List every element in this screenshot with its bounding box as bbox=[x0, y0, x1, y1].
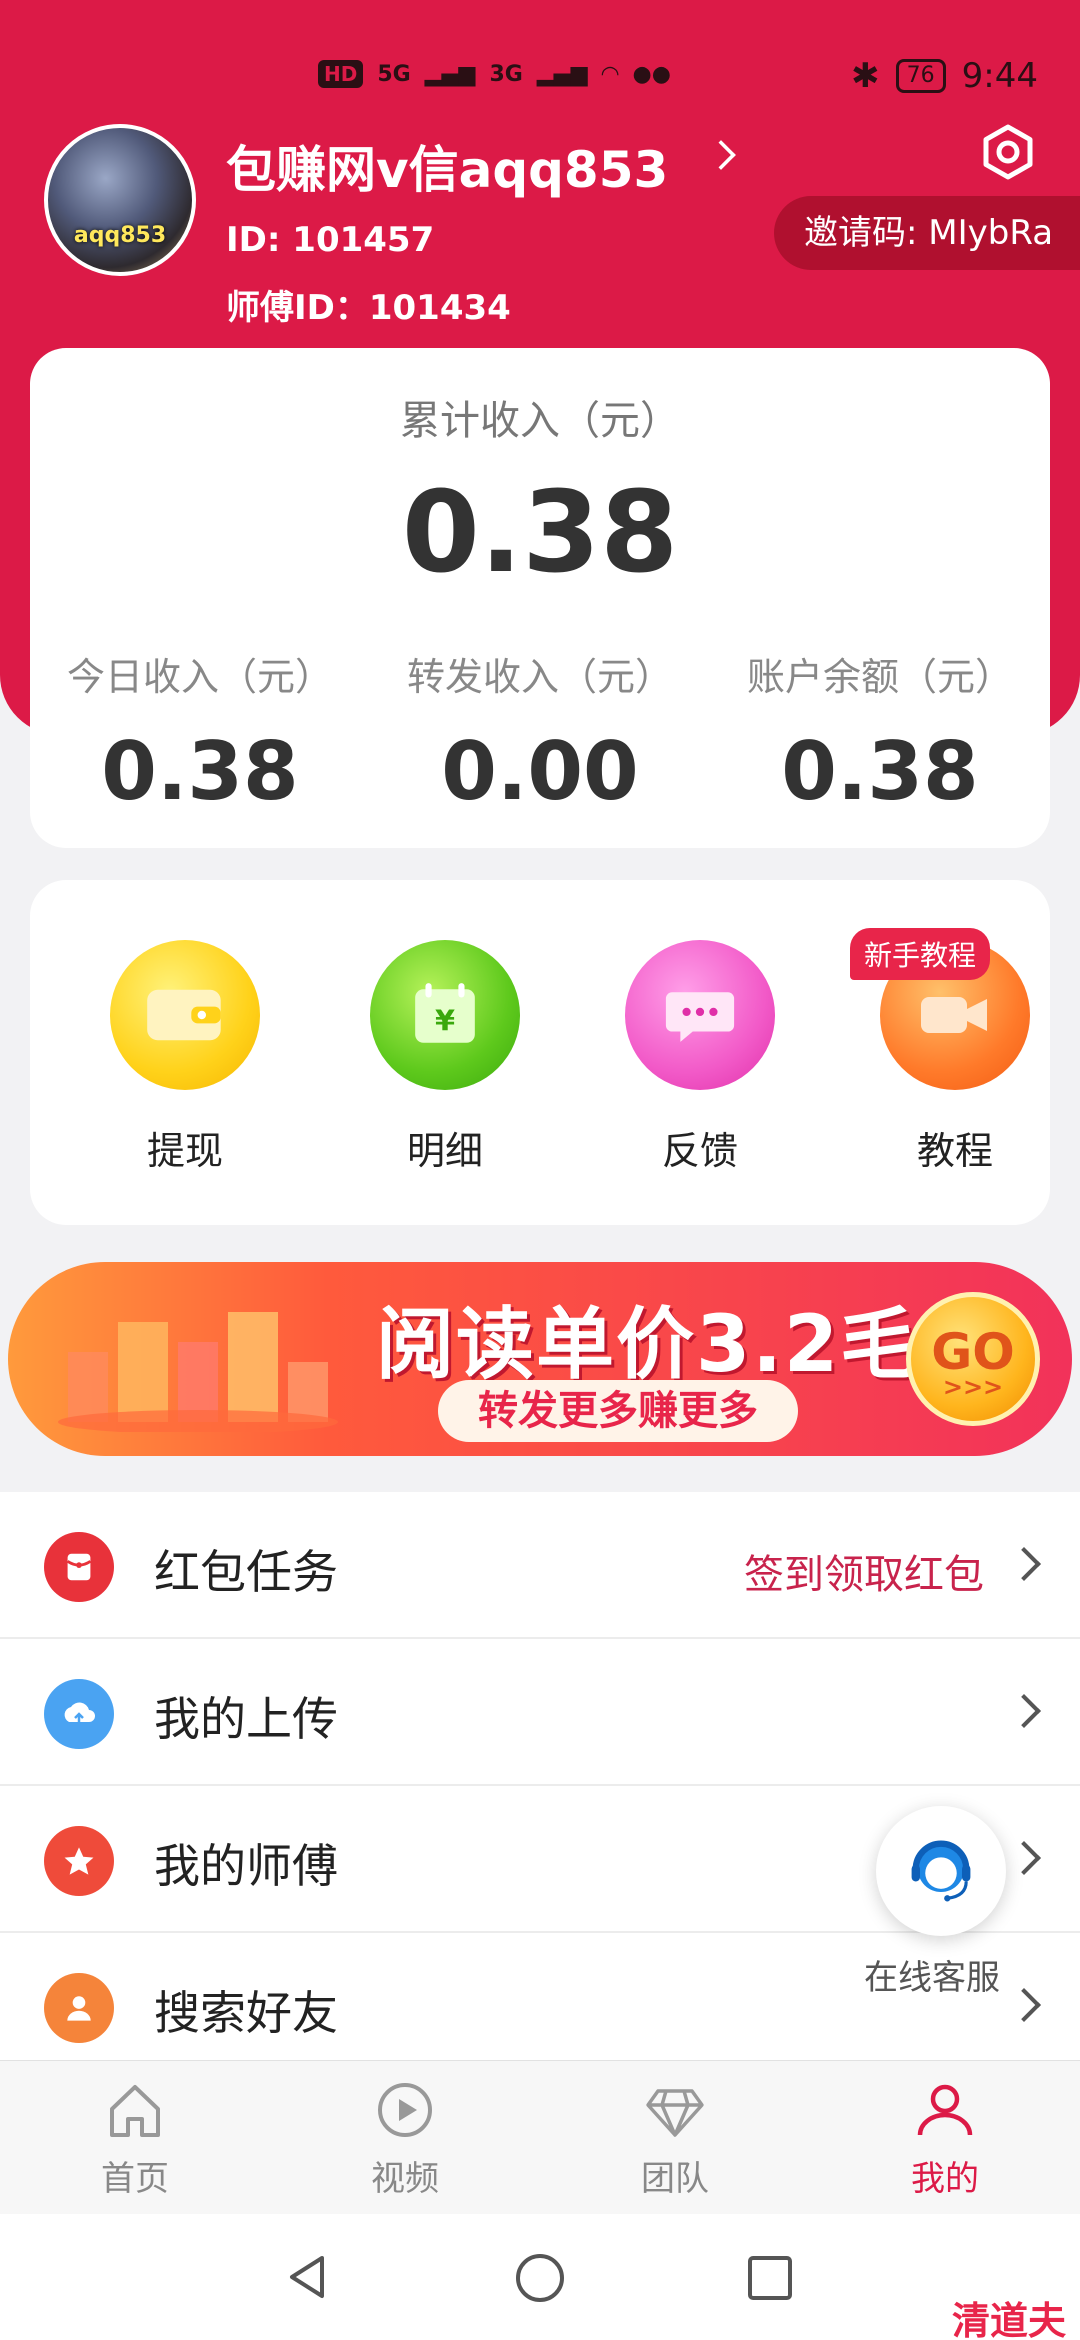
share-income-value: 0.00 bbox=[441, 725, 639, 818]
feedback-label: 反馈 bbox=[661, 1129, 738, 1173]
banner-title: 阅读单价3.2毛 bbox=[376, 1300, 921, 1390]
cloud-upload-icon bbox=[44, 1679, 114, 1749]
chevron-right-icon bbox=[1007, 1547, 1041, 1581]
account-balance: 账户余额（元） 0.38 bbox=[710, 646, 1050, 818]
share-income-label: 转发收入（元） bbox=[406, 655, 673, 699]
feedback-button[interactable]: 反馈 bbox=[600, 940, 800, 1175]
red-envelope-icon bbox=[44, 1532, 114, 1602]
system-navigation-bar bbox=[0, 2214, 1080, 2340]
chat-bubble-icon bbox=[625, 940, 775, 1090]
status-bar-network: HD 5G ▂▄▆ 3G ▂▄▆ ◠ ●● bbox=[318, 60, 671, 88]
account-balance-value: 0.38 bbox=[781, 725, 979, 818]
wifi-icon: ◠ bbox=[601, 61, 619, 87]
total-income-label: 累计收入（元） bbox=[400, 398, 680, 444]
banner-subtitle: 转发更多赚更多 bbox=[438, 1380, 798, 1442]
details-label: 明细 bbox=[406, 1129, 483, 1173]
share-income: 转发收入（元） 0.00 bbox=[370, 646, 710, 818]
user-id: ID: 101457 bbox=[226, 220, 435, 260]
star-icon bbox=[44, 1826, 114, 1896]
quick-actions: 提现 ¥ 明细 反馈 教程 新手教程 bbox=[30, 880, 1050, 1225]
account-balance-label: 账户余额（元） bbox=[746, 655, 1013, 699]
today-income-value: 0.38 bbox=[101, 725, 299, 818]
today-income-label: 今日收入（元） bbox=[66, 655, 333, 699]
settings-icon[interactable] bbox=[980, 124, 1036, 180]
withdraw-label: 提现 bbox=[146, 1129, 223, 1173]
sign-in-red-envelope-link[interactable]: 签到领取红包 bbox=[744, 1542, 984, 1600]
go-button[interactable]: GO >>> bbox=[906, 1292, 1040, 1426]
bottom-navigation: 首页 视频 团队 我的 bbox=[0, 2060, 1080, 2214]
hd-indicator: HD bbox=[318, 60, 364, 88]
home-icon bbox=[110, 2085, 160, 2137]
recents-square-icon[interactable] bbox=[746, 2254, 794, 2302]
status-bar: HD 5G ▂▄▆ 3G ▂▄▆ ◠ ●● ✱ 76 9:44 bbox=[0, 0, 1080, 150]
signal-bars-icon: ▂▄▆ bbox=[424, 61, 476, 87]
list-item-label: 红包任务 bbox=[154, 1545, 338, 1599]
master-id: 师傅ID：101434 bbox=[226, 288, 511, 328]
invite-code[interactable]: 邀请码: MIybRa bbox=[774, 196, 1080, 270]
avatar-text: aqq853 bbox=[73, 223, 167, 248]
play-icon bbox=[378, 2083, 432, 2137]
details-button[interactable]: ¥ 明细 bbox=[345, 940, 545, 1175]
city-illustration bbox=[58, 1312, 338, 1432]
headset-agent-icon bbox=[911, 1840, 971, 1902]
tab-home-label: 首页 bbox=[101, 2159, 169, 2199]
promo-banner[interactable]: 阅读单价3.2毛 转发更多赚更多 GO >>> bbox=[8, 1262, 1072, 1456]
list-item-my-uploads[interactable]: 我的上传 bbox=[0, 1639, 1080, 1786]
list-item-label: 我的上传 bbox=[154, 1692, 338, 1746]
tab-mine[interactable]: 我的 bbox=[870, 2075, 1020, 2200]
clock: 9:44 bbox=[961, 56, 1038, 96]
list-item-label: 搜索好友 bbox=[154, 1986, 338, 2040]
avatar[interactable]: aqq853 bbox=[44, 124, 196, 276]
signal-5g-icon: 5G bbox=[377, 61, 411, 87]
person-icon bbox=[44, 1973, 114, 2043]
tab-home[interactable]: 首页 bbox=[60, 2075, 210, 2200]
wechat-icon: ●● bbox=[632, 61, 671, 87]
list-item-label: 我的师傅 bbox=[154, 1839, 338, 1893]
tutorial-label: 教程 bbox=[916, 1129, 993, 1173]
withdraw-button[interactable]: 提现 bbox=[85, 940, 285, 1175]
tab-video-label: 视频 bbox=[371, 2159, 439, 2199]
chevron-right-icon bbox=[1007, 1694, 1041, 1728]
chevron-right-icon bbox=[1007, 1841, 1041, 1875]
list-item-red-envelope-task[interactable]: 红包任务 签到领取红包 bbox=[0, 1492, 1080, 1639]
bluetooth-icon: ✱ bbox=[851, 56, 880, 96]
chevron-right-icon bbox=[1007, 1988, 1041, 2022]
home-circle-icon[interactable] bbox=[514, 2252, 566, 2304]
diamond-icon bbox=[646, 2089, 704, 2137]
tab-mine-label: 我的 bbox=[911, 2159, 979, 2199]
go-arrows: >>> bbox=[942, 1373, 1004, 1401]
back-icon[interactable] bbox=[282, 2252, 332, 2302]
svg-text:¥: ¥ bbox=[435, 1003, 455, 1037]
today-income: 今日收入（元） 0.38 bbox=[30, 646, 370, 818]
signal-3g-icon: 3G bbox=[489, 61, 523, 87]
username[interactable]: 包赚网v信aqq853 bbox=[226, 130, 668, 202]
signal-bars-icon: ▂▄▆ bbox=[536, 61, 588, 87]
new-user-tutorial-badge: 新手教程 bbox=[850, 928, 991, 980]
customer-service-label: 在线客服 bbox=[864, 1958, 1000, 1998]
income-card: 累计收入（元） 0.38 今日收入（元） 0.38 转发收入（元） 0.00 账… bbox=[30, 348, 1050, 848]
user-icon bbox=[917, 2084, 973, 2136]
wallet-icon bbox=[110, 940, 260, 1090]
total-income-value: 0.38 bbox=[401, 468, 679, 598]
calendar-yuan-icon: ¥ bbox=[370, 940, 520, 1090]
status-bar-right: ✱ 76 9:44 bbox=[851, 56, 1038, 96]
battery-indicator: 76 bbox=[895, 59, 946, 93]
tab-video[interactable]: 视频 bbox=[330, 2075, 480, 2200]
customer-service-button[interactable] bbox=[876, 1806, 1006, 1936]
tab-team-label: 团队 bbox=[641, 2159, 709, 2199]
tab-team[interactable]: 团队 bbox=[600, 2075, 750, 2200]
watermark-logo: 清道夫 bbox=[951, 2299, 1066, 2340]
